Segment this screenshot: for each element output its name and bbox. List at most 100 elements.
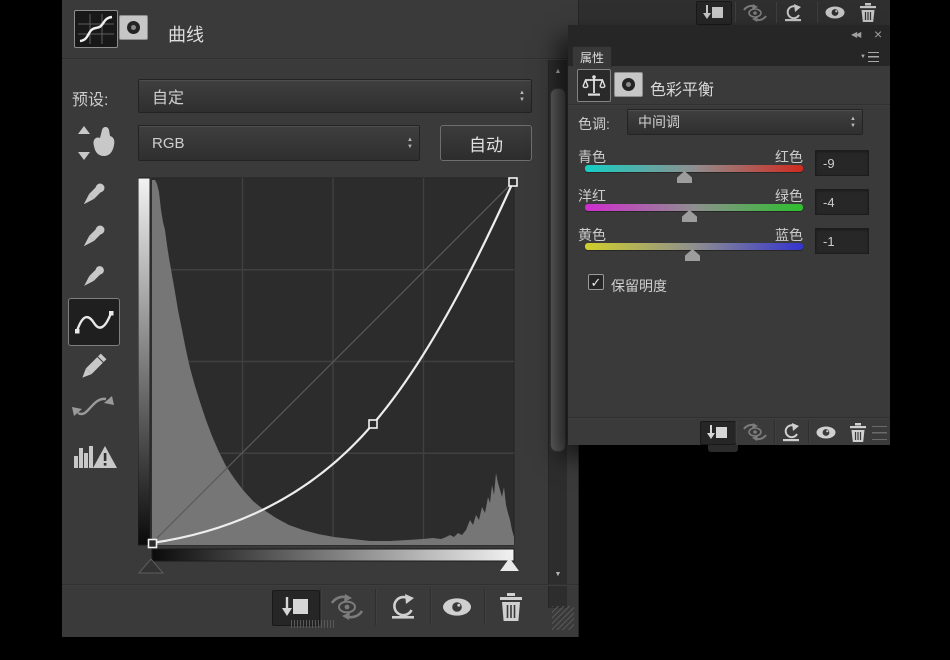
toolbar-separator — [430, 589, 432, 625]
layer-mask-thumbnail[interactable] — [614, 72, 643, 97]
visibility-toggle-button[interactable] — [820, 3, 850, 22]
eye-arrows-icon — [741, 4, 769, 22]
value-text: -1 — [823, 234, 835, 249]
eye-icon — [815, 425, 837, 440]
mask-circle-icon — [127, 21, 140, 34]
yellow-blue-slider[interactable] — [585, 243, 803, 250]
delete-button[interactable] — [854, 2, 882, 23]
panel-title: 曲线 — [168, 21, 204, 47]
toolbar-separator — [734, 2, 736, 23]
panel-resize-grip[interactable] — [552, 606, 574, 630]
divider — [568, 417, 890, 419]
value-text: -9 — [823, 156, 835, 171]
color-balance-badge — [577, 69, 611, 102]
layer-mask-thumbnail[interactable] — [119, 15, 148, 40]
slider-left-label: 青色 — [578, 147, 606, 167]
magenta-green-value[interactable]: -4 — [815, 189, 869, 215]
yellow-blue-slider-thumb[interactable] — [685, 249, 700, 261]
reset-button[interactable] — [380, 590, 426, 624]
clip-to-layer-button[interactable] — [696, 1, 732, 25]
curves-thumbnail-button[interactable] — [74, 10, 118, 48]
slider-right-label: 红色 — [775, 147, 803, 167]
view-previous-state-button[interactable] — [738, 2, 772, 23]
clip-to-layer-icon — [702, 4, 726, 22]
tab-label: 属性 — [580, 49, 604, 66]
toolbar-separator — [484, 589, 486, 625]
draw-curve-pencil-tool[interactable] — [75, 348, 111, 386]
histogram-warning-icon — [72, 438, 118, 470]
curves-graph[interactable] — [138, 170, 540, 582]
visibility-toggle-button[interactable] — [811, 422, 841, 442]
slider-left-label: 洋红 — [578, 186, 606, 206]
smooth-curve-icon — [70, 391, 116, 421]
preserve-luminosity-label: 保留明度 — [611, 276, 667, 296]
toolbar-separator — [816, 2, 818, 23]
reset-button[interactable] — [778, 2, 808, 23]
preset-label: 预设: — [72, 86, 108, 110]
black-point-eyedropper[interactable] — [76, 177, 110, 213]
mask-circle-icon — [622, 78, 635, 91]
curve-point-icon — [73, 305, 115, 339]
menu-arrow-icon: ▼ — [860, 54, 866, 60]
channel-dropdown[interactable]: RGB ▲▼ — [138, 125, 420, 161]
view-previous-state-button[interactable] — [324, 590, 370, 624]
reset-icon — [782, 4, 804, 22]
panel-scrollbar[interactable]: ▲ ▼ — [548, 60, 567, 608]
preset-value: 自定 — [139, 84, 513, 108]
white-point-eyedropper[interactable] — [76, 260, 110, 294]
panel-tabbar: 属性 ▼ — [568, 46, 890, 66]
panel-menu-button[interactable]: ▼ — [860, 52, 879, 62]
scroll-down-arrow-icon[interactable]: ▼ — [549, 565, 567, 583]
gray-point-eyedropper[interactable] — [76, 219, 110, 255]
visibility-toggle-button[interactable] — [434, 590, 480, 624]
smooth-curve-tool[interactable] — [68, 389, 118, 423]
close-panel-icon[interactable]: × — [874, 26, 882, 42]
collapse-panel-icon[interactable]: ◀◀ — [851, 30, 859, 39]
edit-points-tool[interactable] — [68, 298, 120, 346]
curves-graph-canvas — [138, 170, 540, 582]
view-previous-state-button[interactable] — [738, 421, 772, 443]
scroll-up-arrow-icon[interactable]: ▲ — [549, 62, 567, 80]
cyan-red-value[interactable]: -9 — [815, 150, 869, 176]
targeted-adjustment-hand-icon — [72, 122, 116, 164]
magenta-green-slider-thumb[interactable] — [682, 210, 697, 222]
eye-arrows-icon — [741, 423, 769, 441]
scrollbar-thumb[interactable] — [550, 88, 566, 452]
value-text: -4 — [823, 195, 835, 210]
magenta-green-slider[interactable] — [585, 204, 803, 211]
preset-dropdown[interactable]: 自定 ▲▼ — [138, 79, 532, 113]
cyan-red-slider[interactable] — [585, 165, 803, 172]
targeted-adjustment-tool[interactable] — [70, 120, 118, 166]
auto-button[interactable]: 自动 — [440, 125, 532, 161]
panel-resize-grip[interactable] — [872, 426, 887, 440]
delete-button[interactable] — [844, 421, 872, 443]
delete-button[interactable] — [488, 590, 534, 624]
reset-icon — [388, 594, 418, 620]
divider — [62, 58, 578, 60]
divider — [568, 104, 890, 106]
tone-dropdown[interactable]: 中间调 ▲▼ — [627, 109, 863, 135]
eyedropper-icon — [77, 220, 109, 254]
slider-right-label: 绿色 — [775, 186, 803, 206]
tone-label: 色调: — [578, 114, 610, 134]
panel-drag-notch[interactable] — [708, 445, 738, 452]
histogram-warning-indicator[interactable] — [70, 436, 120, 472]
yellow-blue-value[interactable]: -1 — [815, 228, 869, 254]
reset-button[interactable] — [776, 421, 806, 443]
eyedropper-icon — [77, 178, 109, 212]
tab-properties[interactable]: 属性 — [572, 46, 612, 67]
panel-drag-grip[interactable] — [291, 620, 335, 628]
curves-grid-icon — [78, 14, 114, 44]
eyedropper-icon — [77, 261, 109, 293]
eye-arrows-icon — [328, 594, 366, 620]
preserve-luminosity-checkbox[interactable]: ✓ — [588, 274, 604, 290]
curve-point-highlights[interactable] — [509, 178, 517, 186]
curve-point-midtones[interactable] — [369, 420, 377, 428]
cyan-red-slider-thumb[interactable] — [677, 171, 692, 183]
clip-to-layer-icon — [281, 596, 311, 620]
curves-adjustment-panel: 曲线 预设: 自定 ▲▼ RGB ▲▼ 自动 — [62, 0, 579, 637]
clip-to-layer-button[interactable] — [700, 421, 736, 445]
check-icon: ✓ — [591, 276, 602, 289]
properties-panel: ◀◀ × 属性 ▼ 色彩平衡 — [568, 25, 890, 445]
curve-point-shadows[interactable] — [149, 540, 157, 548]
